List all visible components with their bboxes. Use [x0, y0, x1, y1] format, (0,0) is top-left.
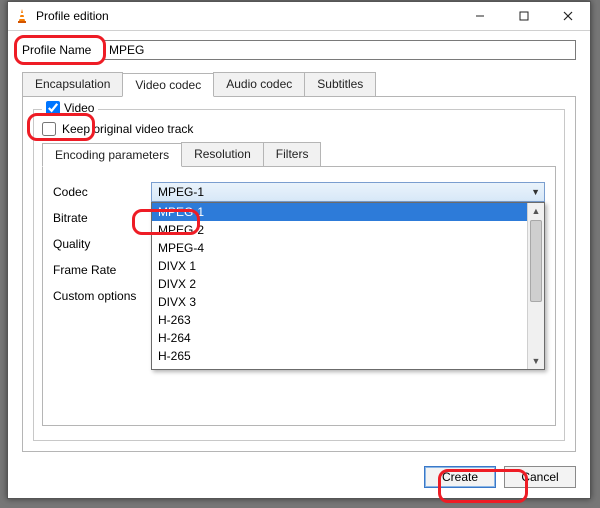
codec-option[interactable]: DIVX 3 — [152, 293, 544, 311]
bitrate-label: Bitrate — [53, 211, 143, 225]
codec-dropdown-list: MPEG-1MPEG-2MPEG-4DIVX 1DIVX 2DIVX 3H-26… — [151, 202, 545, 370]
profile-name-row: Profile Name — [22, 40, 576, 60]
keep-original-label: Keep original video track — [62, 122, 193, 136]
maximize-button[interactable] — [502, 2, 546, 30]
keep-original-row: Keep original video track — [42, 122, 556, 136]
outer-tabcontrol: Encapsulation Video codec Audio codec Su… — [22, 72, 576, 452]
tab-resolution[interactable]: Resolution — [181, 142, 264, 166]
profile-name-label: Profile Name — [22, 43, 104, 57]
keep-original-checkbox[interactable] — [42, 122, 56, 136]
quality-label: Quality — [53, 237, 143, 251]
profile-name-input[interactable] — [104, 40, 576, 60]
dropdown-scrollbar[interactable]: ▲ ▼ — [527, 203, 544, 369]
dialog-client-area: Profile Name Encapsulation Video codec A… — [8, 30, 590, 498]
video-groupbox: Video Keep original video track Encoding… — [33, 109, 565, 441]
cancel-button[interactable]: Cancel — [504, 466, 576, 488]
tab-encapsulation[interactable]: Encapsulation — [22, 72, 123, 96]
vlc-cone-icon — [14, 8, 30, 24]
video-enable-checkbox[interactable] — [46, 101, 60, 115]
video-enable-label: Video — [64, 101, 94, 115]
scroll-down-icon[interactable]: ▼ — [528, 353, 544, 369]
outer-tab-panel: Video Keep original video track Encoding… — [22, 96, 576, 452]
dialog-footer: Create Cancel — [424, 466, 576, 488]
profile-edition-dialog: Profile edition Profile Name Encapsulati… — [7, 1, 591, 499]
codec-option[interactable]: MPEG-2 — [152, 221, 544, 239]
codec-option[interactable]: DIVX 2 — [152, 275, 544, 293]
inner-tabcontrol: Encoding parameters Resolution Filters C… — [42, 142, 556, 426]
tab-video-codec[interactable]: Video codec — [122, 73, 214, 97]
codec-option[interactable]: MPEG-4 — [152, 239, 544, 257]
tab-audio-codec[interactable]: Audio codec — [213, 72, 305, 96]
codec-selected-value: MPEG-1 — [158, 185, 204, 199]
codec-option[interactable]: VP8 — [152, 365, 544, 370]
codec-dropdown: MPEG-1 ▼ MPEG-1MPEG-2MPEG-4DIVX 1DIVX 2D… — [151, 182, 545, 202]
video-group-legend: Video — [42, 101, 98, 115]
titlebar: Profile edition — [8, 2, 590, 31]
codec-label: Codec — [53, 185, 143, 199]
close-button[interactable] — [546, 2, 590, 30]
chevron-down-icon: ▼ — [531, 187, 540, 197]
inner-tabstrip: Encoding parameters Resolution Filters — [42, 142, 556, 166]
tab-encoding-parameters[interactable]: Encoding parameters — [42, 143, 182, 167]
codec-select[interactable]: MPEG-1 ▼ — [151, 182, 545, 202]
codec-option[interactable]: H-263 — [152, 311, 544, 329]
scroll-thumb[interactable] — [530, 220, 542, 302]
outer-tabstrip: Encapsulation Video codec Audio codec Su… — [22, 72, 576, 96]
framerate-label: Frame Rate — [53, 263, 143, 277]
codec-option[interactable]: DIVX 1 — [152, 257, 544, 275]
codec-option[interactable]: MPEG-1 — [152, 203, 544, 221]
encoding-params-panel: Codec MPEG-1 ▼ MPEG-1MPEG-2MP — [42, 166, 556, 426]
tab-filters[interactable]: Filters — [263, 142, 322, 166]
codec-option[interactable]: H-264 — [152, 329, 544, 347]
tab-subtitles[interactable]: Subtitles — [304, 72, 376, 96]
create-button[interactable]: Create — [424, 466, 496, 488]
custom-options-label: Custom options — [53, 289, 143, 303]
codec-option[interactable]: H-265 — [152, 347, 544, 365]
codec-row: Codec MPEG-1 ▼ MPEG-1MPEG-2MP — [53, 179, 545, 205]
scroll-up-icon[interactable]: ▲ — [528, 203, 544, 219]
minimize-button[interactable] — [458, 2, 502, 30]
window-title: Profile edition — [36, 9, 458, 23]
